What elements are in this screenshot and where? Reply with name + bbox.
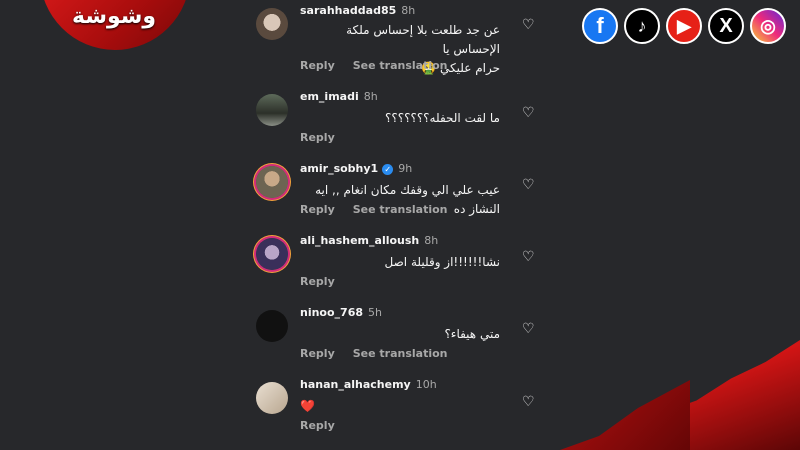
comment-line: متي هيفاء؟ xyxy=(444,327,500,341)
timestamp: 8h xyxy=(424,234,439,247)
comment-text: ❤️ xyxy=(300,397,320,416)
comment-header: sarahhaddad85 8h xyxy=(300,4,415,17)
comment-actions: Reply xyxy=(300,131,353,144)
reply-button[interactable]: Reply xyxy=(300,275,335,288)
comment-actions: Reply xyxy=(300,275,353,288)
heart-icon[interactable]: ♡ xyxy=(522,106,536,120)
x-icon[interactable]: X xyxy=(708,8,744,44)
comment-line: ❤️ xyxy=(300,399,315,413)
comment-item: em_imadi 8h ما لقت الحفله؟؟؟؟؟؟؟ Reply ♡ xyxy=(256,90,556,166)
comment-header: ninoo_768 5h xyxy=(300,306,382,319)
timestamp: 9h xyxy=(398,162,413,175)
tiktok-icon[interactable]: ♪ xyxy=(624,8,660,44)
comment-item: hanan_alhachemy 10h ❤️ Reply ♡ xyxy=(256,378,556,450)
comment-actions: Reply See translation xyxy=(300,347,466,360)
avatar[interactable] xyxy=(256,382,288,414)
timestamp: 8h xyxy=(363,90,378,103)
reply-button[interactable]: Reply xyxy=(300,419,335,432)
instagram-icon[interactable]: ◎ xyxy=(750,8,786,44)
reply-button[interactable]: Reply xyxy=(300,203,335,216)
comment-item: sarahhaddad85 8h عن جد طلعت بلا إحساس ملك… xyxy=(256,4,556,80)
comment-actions: Reply xyxy=(300,419,353,432)
username[interactable]: hanan_alhachemy xyxy=(300,378,411,391)
comment-line: عن جد طلعت بلا إحساس ملكة الإحساس يا xyxy=(346,23,500,56)
username[interactable]: amir_sobhy1 xyxy=(300,162,378,175)
comment-item: ninoo_768 5h متي هيفاء؟ Reply See translat… xyxy=(256,306,556,382)
username[interactable]: em_imadi xyxy=(300,90,359,103)
facebook-icon[interactable]: f xyxy=(582,8,618,44)
social-links: f ♪ ▶ X ◎ xyxy=(582,8,786,44)
reply-button[interactable]: Reply xyxy=(300,59,335,72)
comment-line: ما لقت الحفله؟؟؟؟؟؟؟ xyxy=(384,111,500,125)
heart-icon[interactable]: ♡ xyxy=(522,18,536,32)
comment-header: hanan_alhachemy 10h xyxy=(300,378,437,391)
comment-header: amir_sobhy1 ✓ 9h xyxy=(300,162,412,175)
reply-button[interactable]: Reply xyxy=(300,131,335,144)
comment-header: ali_hashem_alloush 8h xyxy=(300,234,438,247)
comment-item: amir_sobhy1 ✓ 9h عيب علي الي وقفك مكان انغ… xyxy=(256,162,556,238)
comment-text: نشا!!!!!!از وقليلة اصل xyxy=(300,253,500,272)
see-translation-button[interactable]: See translation xyxy=(353,203,448,216)
avatar[interactable] xyxy=(256,8,288,40)
avatar[interactable] xyxy=(256,166,288,198)
brand-logo: وشوشة xyxy=(72,4,157,29)
verified-badge-icon: ✓ xyxy=(382,163,394,175)
heart-icon[interactable]: ♡ xyxy=(522,250,536,264)
comment-item: ali_hashem_alloush 8h نشا!!!!!!از وقليلة … xyxy=(256,234,556,310)
heart-icon[interactable]: ♡ xyxy=(522,395,536,409)
timestamp: 8h xyxy=(401,4,416,17)
username[interactable]: ali_hashem_alloush xyxy=(300,234,419,247)
comment-text: ما لقت الحفله؟؟؟؟؟؟؟ xyxy=(300,109,500,128)
see-translation-button[interactable]: See translation xyxy=(353,59,448,72)
comment-line: نشا!!!!!!از وقليلة اصل xyxy=(384,255,500,269)
decorative-corner-secondary xyxy=(560,380,690,450)
username[interactable]: sarahhaddad85 xyxy=(300,4,396,17)
heart-icon[interactable]: ♡ xyxy=(522,178,536,192)
avatar[interactable] xyxy=(256,94,288,126)
reply-button[interactable]: Reply xyxy=(300,347,335,360)
youtube-icon[interactable]: ▶ xyxy=(666,8,702,44)
comment-header: em_imadi 8h xyxy=(300,90,378,103)
timestamp: 10h xyxy=(415,378,437,391)
comment-actions: Reply See translation xyxy=(300,59,466,72)
avatar[interactable] xyxy=(256,310,288,342)
avatar[interactable] xyxy=(256,238,288,270)
username[interactable]: ninoo_768 xyxy=(300,306,363,319)
comment-text: متي هيفاء؟ xyxy=(300,325,500,344)
timestamp: 5h xyxy=(368,306,382,319)
comment-actions: Reply See translation xyxy=(300,203,466,216)
see-translation-button[interactable]: See translation xyxy=(353,347,448,360)
heart-icon[interactable]: ♡ xyxy=(522,322,536,336)
